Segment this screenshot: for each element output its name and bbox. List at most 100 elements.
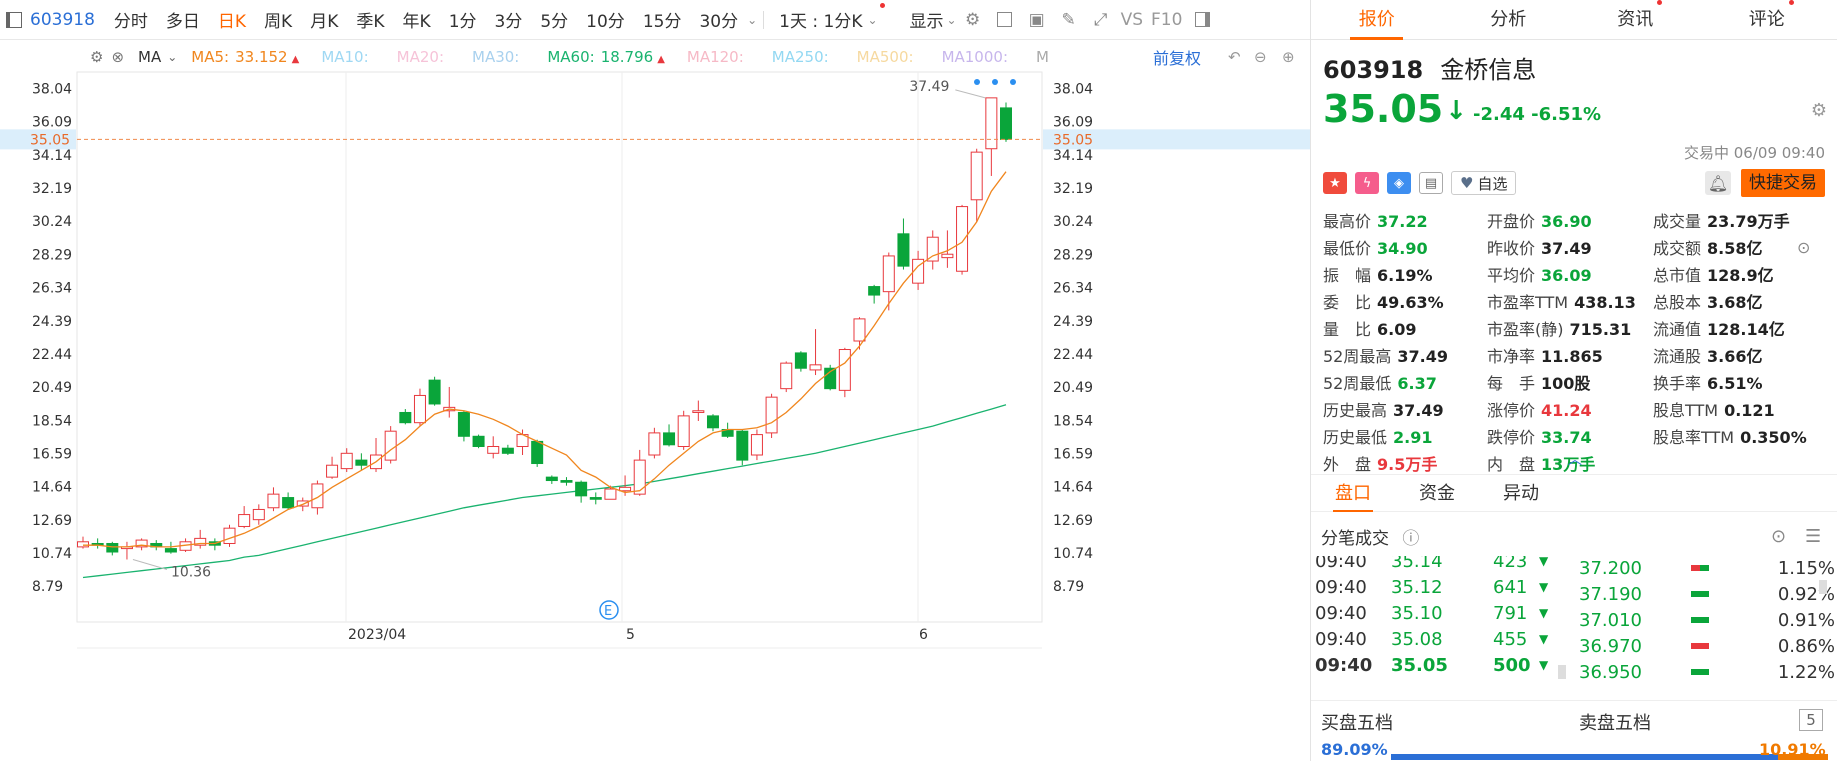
pankou-tab[interactable]: 盘口 — [1311, 475, 1395, 512]
buy-ratio-bar — [1391, 754, 1778, 760]
y-tick-right: 36.09 — [1053, 115, 1093, 131]
stock-action-row: ★ ϟ ◈ ▤ ♥ 自选 🔔︎ 快捷交易 — [1311, 168, 1837, 198]
high-annotation: 37.49 — [909, 79, 949, 95]
event-marker-label: E — [604, 604, 612, 619]
level-price: 36.950 — [1579, 661, 1642, 683]
down-triangle-icon: ▼ — [1539, 632, 1549, 646]
stat-cell: 市净率 11.865 — [1487, 343, 1603, 367]
scrollbar-right[interactable] — [1819, 580, 1827, 594]
candle-body — [77, 541, 89, 548]
stats-row: 振 幅 6.19% 平均价 36.09 总市值 128.9亿 — [1323, 260, 1825, 287]
y-tick-left: 28.29 — [32, 247, 72, 263]
pankou-tab[interactable]: 异动 — [1479, 475, 1563, 511]
y-tick-left: 16.59 — [32, 446, 72, 462]
stat-value: 37.49 — [1397, 346, 1448, 366]
down-arrow-icon: ↓ — [1445, 96, 1467, 126]
stats-row: 委 比 49.63% 市盈率TTM 438.13 总股本 3.68亿 — [1323, 287, 1825, 314]
candle-body — [765, 396, 778, 434]
tick-volume: 423 — [1493, 556, 1528, 572]
y-tick-right: 12.69 — [1053, 513, 1093, 529]
y-tick-right: 38.04 — [1053, 82, 1093, 98]
low-annotation: 10.36 — [171, 564, 211, 580]
stat-label: 历史最高 — [1323, 400, 1388, 420]
info-icon[interactable]: ⓘ — [1402, 529, 1419, 549]
tick-time: 09:40 — [1315, 602, 1367, 624]
bell-icon[interactable]: 🔔︎ — [1705, 171, 1731, 195]
depth-count-button[interactable]: 5 — [1799, 709, 1823, 731]
more-icon[interactable]: ⊙ — [1797, 238, 1810, 257]
quote-tab[interactable]: 评论 — [1706, 0, 1837, 39]
candle-body — [326, 464, 339, 478]
stat-value: 3.66亿 — [1707, 346, 1763, 366]
order-book-header: 买盘五档 卖盘五档 5 — [1311, 700, 1837, 740]
tick-price: 35.14 — [1391, 556, 1443, 572]
settings-icon[interactable]: ⚙ — [1811, 100, 1827, 121]
stat-label: 跌停价 — [1487, 427, 1536, 447]
quick-trade-button[interactable]: 快捷交易 — [1741, 169, 1825, 197]
y-tick-left: 26.34 — [32, 281, 72, 297]
kline-chart[interactable]: 38.04 38.04 36.09 36.09 34.14 34.14 32.19 32.19… — [0, 0, 1310, 761]
more-options-icon[interactable]: ⊙ — [1771, 526, 1786, 547]
scrollbar[interactable] — [1558, 665, 1566, 679]
candle-body — [868, 286, 881, 296]
note-icon[interactable]: ▤ — [1419, 172, 1443, 194]
stat-value: 11.865 — [1541, 346, 1603, 366]
quote-tab[interactable]: 分析 — [1443, 0, 1575, 39]
stat-label: 外 盘 — [1323, 454, 1372, 474]
level-bar — [1691, 591, 1709, 597]
candle-body — [311, 483, 324, 509]
expand-up-icon[interactable]: ︿ — [1568, 449, 1582, 469]
stat-cell: 跌停价 33.74 — [1487, 424, 1592, 448]
tick-time: 09:40 — [1315, 556, 1367, 572]
tick-list[interactable]: 09:40 35.14 423 ▼ 09:40 35.12 641 ▼ 09:40 35.10 79… — [1311, 556, 1837, 696]
stat-label: 流通股 — [1653, 346, 1702, 366]
candle-body — [970, 151, 983, 201]
more-dots-icon[interactable] — [1010, 79, 1016, 85]
level-ratio: 1.15% — [1777, 557, 1835, 579]
stat-label: 内 盘 — [1487, 454, 1536, 474]
more-dots-icon[interactable] — [992, 79, 998, 85]
current-price-label-left: 35.05 — [30, 132, 70, 148]
quote-panel: 报价 分析 资讯 评论 603918 金桥信息 ⚙ 35.05 ↓ -2.44 -6.… — [1310, 0, 1837, 761]
sell-ratio: 10.91% — [1759, 740, 1826, 759]
stat-value: 49.63% — [1377, 292, 1444, 312]
x-tick-label: 2023/04 — [348, 627, 406, 643]
china-flag-icon[interactable]: ★ — [1323, 172, 1347, 194]
stat-cell: 外 盘 9.5万手 — [1323, 451, 1437, 475]
lightning-icon[interactable]: ϟ — [1355, 172, 1379, 194]
last-price: 35.05 — [1323, 87, 1444, 131]
unread-dot — [1657, 0, 1663, 5]
list-view-icon[interactable]: ☰ — [1805, 526, 1821, 547]
pankou-tab[interactable]: 资金 — [1395, 475, 1479, 511]
candle-body — [531, 440, 544, 465]
stat-cell: 开盘价 36.90 — [1487, 208, 1592, 232]
candle-body — [355, 459, 368, 466]
candle-body — [897, 233, 910, 267]
watchlist-button[interactable]: ♥ 自选 — [1451, 171, 1517, 195]
sell-five-label: 卖盘五档 — [1579, 713, 1651, 734]
stats-row: 最高价 37.22 开盘价 36.90 成交量 23.79万手 — [1323, 206, 1825, 233]
quote-tab[interactable]: 报价 — [1311, 0, 1443, 40]
stat-cell: 成交量 23.79万手 — [1653, 208, 1790, 232]
candle-body — [106, 542, 119, 553]
tick-price: 35.12 — [1391, 576, 1443, 598]
stat-cell: 成交额 8.58亿 — [1653, 235, 1763, 259]
stats-row: 量 比 6.09 市盈率(静) 715.31 流通值 128.14亿 — [1323, 314, 1825, 341]
quote-tab[interactable]: 资讯 — [1574, 0, 1706, 39]
stat-label: 成交量 — [1653, 211, 1702, 231]
stat-cell: 52周最高 37.49 — [1323, 343, 1448, 367]
candle-body — [399, 411, 412, 424]
stats-row: 历史最高 37.49 涨停价 41.24 股息TTM 0.121 — [1323, 395, 1825, 422]
y-tick-left: 36.09 — [32, 115, 72, 131]
tag-icon[interactable]: ◈ — [1387, 172, 1411, 194]
y-tick-right: 24.39 — [1053, 314, 1093, 330]
stats-row: 52周最低 6.37 每 手 100股 换手率 6.51% — [1323, 368, 1825, 395]
candle-body — [428, 379, 441, 405]
high-leader-line — [955, 89, 986, 99]
more-dots-icon[interactable] — [974, 79, 980, 85]
stat-cell: 每 手 100股 — [1487, 370, 1590, 394]
y-tick-right: 30.24 — [1053, 214, 1093, 230]
level-bar — [1691, 669, 1709, 675]
stat-label: 振 幅 — [1323, 265, 1372, 285]
stat-label: 最高价 — [1323, 211, 1372, 231]
